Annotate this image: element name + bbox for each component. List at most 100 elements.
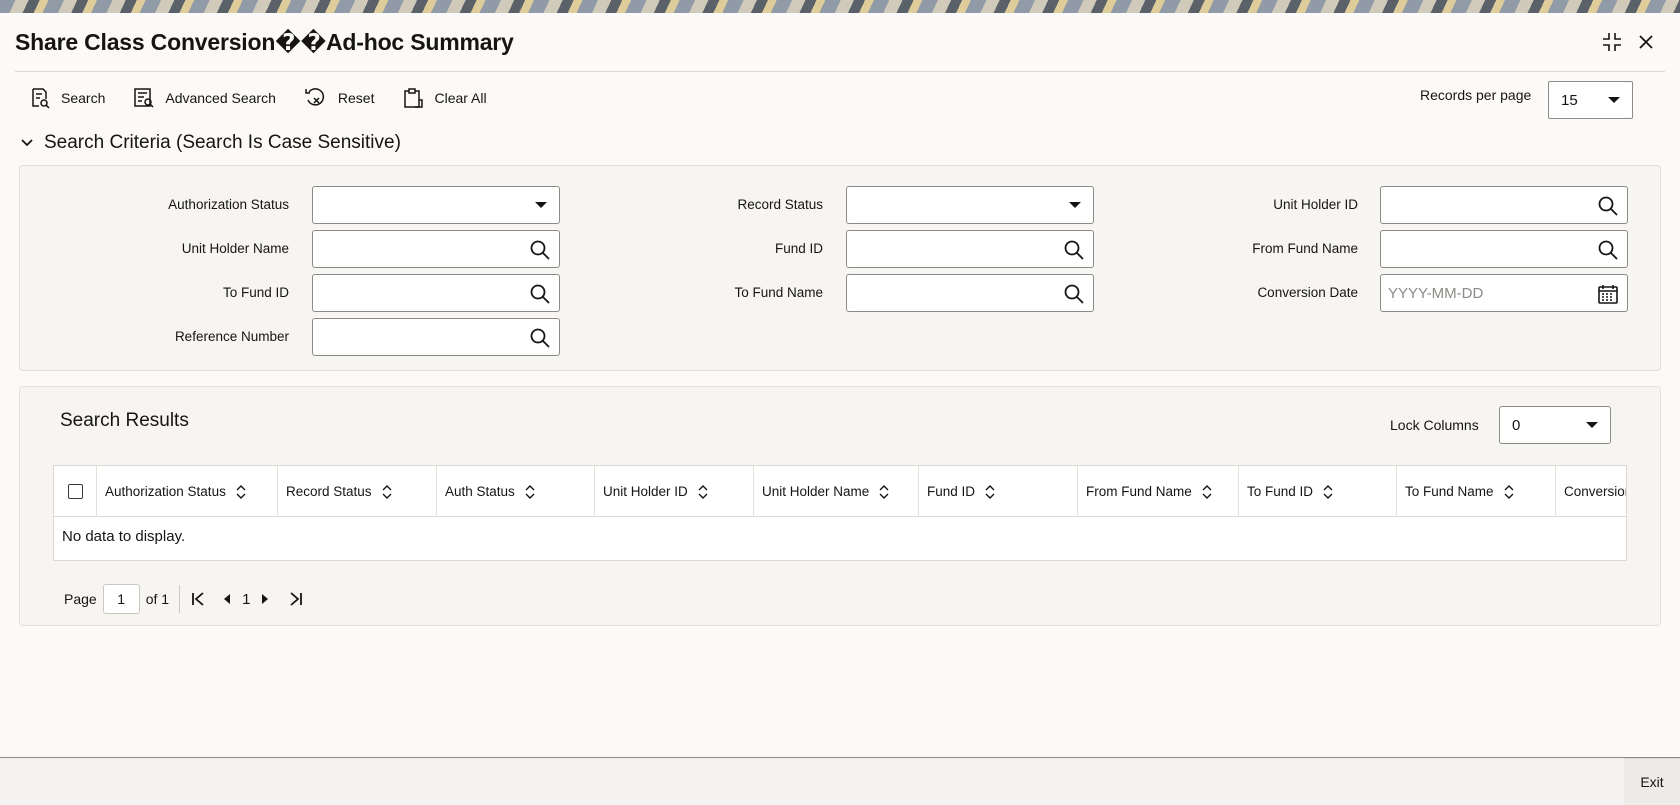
conversion-date-label: Conversion Date — [1257, 285, 1358, 300]
no-data-message: No data to display. — [62, 528, 186, 545]
search-icon[interactable] — [529, 283, 551, 305]
chevron-down-icon — [1608, 97, 1620, 103]
conversion-date-input[interactable] — [1381, 275, 1627, 311]
from-fund-name-field[interactable] — [1380, 230, 1628, 268]
column-header-label: Unit Holder ID — [603, 484, 688, 499]
to-fund-name-field[interactable] — [846, 274, 1094, 312]
close-icon — [1639, 35, 1653, 49]
column-header-label: Auth Status — [445, 484, 515, 499]
calendar-icon[interactable] — [1597, 283, 1619, 305]
sort-icon[interactable] — [1202, 484, 1212, 499]
column-header-label: To Fund Name — [1405, 484, 1494, 499]
unit-holder-id-field[interactable] — [1380, 186, 1628, 224]
conversion-date-field[interactable] — [1380, 274, 1628, 312]
exit-button[interactable]: Exit — [1624, 758, 1680, 805]
triangle-right-icon — [262, 594, 269, 604]
record-status-label: Record Status — [737, 197, 823, 212]
advanced-search-button[interactable]: Advanced Search — [119, 80, 290, 116]
next-page-button[interactable] — [260, 593, 270, 605]
column-header-label: Unit Holder Name — [762, 484, 870, 499]
authorization-status-select[interactable] — [312, 186, 560, 224]
sort-icon[interactable] — [985, 484, 995, 499]
close-window-button[interactable] — [1631, 27, 1661, 57]
column-header-conversion[interactable]: Conversion — [1556, 466, 1626, 517]
search-icon[interactable] — [1063, 283, 1085, 305]
current-page-number[interactable]: 1 — [242, 591, 250, 608]
sort-icon[interactable] — [698, 484, 708, 499]
search-criteria-heading: Search Criteria (Search Is Case Sensitiv… — [44, 132, 401, 153]
unit-holder-id-label: Unit Holder ID — [1273, 197, 1358, 212]
authorization-status-label: Authorization Status — [168, 197, 289, 212]
sort-icon[interactable] — [236, 484, 246, 499]
unit-holder-id-input[interactable] — [1381, 187, 1627, 223]
reset-button-label: Reset — [337, 90, 375, 106]
records-per-page-label: Records per page — [1420, 87, 1532, 103]
reset-icon — [305, 88, 324, 106]
footer-bar: Exit — [0, 758, 1680, 805]
triangle-left-icon — [224, 594, 231, 604]
column-header-record-status[interactable]: Record Status — [278, 466, 437, 517]
column-header-authorization-status[interactable]: Authorization Status — [97, 466, 278, 517]
column-header-fund-id[interactable]: Fund ID — [919, 466, 1078, 517]
page-label: Page — [64, 591, 97, 607]
select-all-checkbox[interactable] — [67, 484, 83, 499]
pagination: Page 1 of 1 1 — [64, 583, 304, 615]
reference-number-input[interactable] — [313, 319, 559, 355]
chevron-down-icon — [21, 139, 33, 147]
page-count-label: of 1 — [145, 591, 170, 607]
clear-all-button[interactable]: Clear All — [388, 80, 500, 116]
column-header-auth-status[interactable]: Auth Status — [437, 466, 595, 517]
sort-icon[interactable] — [1323, 484, 1333, 499]
column-header-label: From Fund Name — [1086, 484, 1192, 499]
chevron-down-icon — [535, 202, 547, 208]
search-icon[interactable] — [529, 327, 551, 349]
records-per-page-select[interactable]: 15 — [1548, 81, 1633, 119]
sort-icon[interactable] — [525, 484, 535, 499]
advanced-search-icon — [134, 88, 154, 108]
lock-columns-label: Lock Columns — [1390, 417, 1479, 433]
fund-id-input[interactable] — [847, 231, 1093, 267]
unit-holder-name-input[interactable] — [313, 231, 559, 267]
first-page-button[interactable] — [190, 591, 206, 607]
to-fund-id-field[interactable] — [312, 274, 560, 312]
column-header-from-fund-name[interactable]: From Fund Name — [1078, 466, 1239, 517]
column-header-label: Fund ID — [927, 484, 976, 499]
search-icon[interactable] — [1597, 239, 1619, 261]
column-header-unit-holder-name[interactable]: Unit Holder Name — [754, 466, 919, 517]
search-criteria-toggle[interactable]: Search Criteria (Search Is Case Sensitiv… — [20, 132, 401, 154]
lock-columns-value: 0 — [1512, 416, 1521, 434]
fund-id-label: Fund ID — [774, 241, 823, 256]
lock-columns-select[interactable]: 0 — [1499, 406, 1611, 444]
toolbar: Search Advanced Search Reset Clear All — [15, 80, 501, 116]
sort-icon[interactable] — [879, 484, 889, 499]
clear-all-button-label: Clear All — [434, 90, 487, 106]
sort-icon[interactable] — [382, 484, 392, 499]
reference-number-field[interactable] — [312, 318, 560, 356]
unit-holder-name-field[interactable] — [312, 230, 560, 268]
page-number-input[interactable]: 1 — [102, 584, 140, 614]
previous-page-button[interactable] — [222, 593, 232, 605]
results-table-header: Authorization Status Record Status Auth … — [54, 466, 1626, 517]
column-header-to-fund-id[interactable]: To Fund ID — [1239, 466, 1397, 517]
search-icon[interactable] — [1597, 195, 1619, 217]
search-icon[interactable] — [529, 239, 551, 261]
to-fund-name-input[interactable] — [847, 275, 1093, 311]
title-bar: Share Class Conversion��Ad-hoc Summary — [0, 13, 1680, 72]
collapse-window-button[interactable] — [1597, 27, 1627, 57]
from-fund-name-input[interactable] — [1381, 231, 1627, 267]
search-button[interactable]: Search — [15, 80, 119, 116]
search-icon[interactable] — [1063, 239, 1085, 261]
chevron-down-icon — [1069, 202, 1081, 208]
record-status-select[interactable] — [846, 186, 1094, 224]
to-fund-id-input[interactable] — [313, 275, 559, 311]
sort-icon[interactable] — [1504, 484, 1514, 499]
reset-button[interactable]: Reset — [290, 80, 389, 116]
fund-id-field[interactable] — [846, 230, 1094, 268]
pager-divider — [179, 585, 181, 613]
column-header-to-fund-name[interactable]: To Fund Name — [1397, 466, 1556, 517]
to-fund-name-label: To Fund Name — [734, 285, 823, 300]
select-all-cell — [54, 466, 97, 517]
last-page-button[interactable] — [288, 591, 304, 607]
column-header-unit-holder-id[interactable]: Unit Holder ID — [595, 466, 754, 517]
column-header-label: Authorization Status — [105, 484, 226, 499]
